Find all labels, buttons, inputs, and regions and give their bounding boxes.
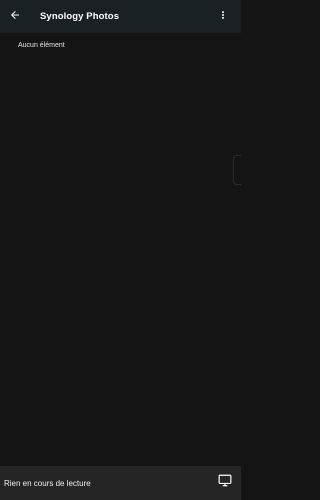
app-bar: Synology Photos [0, 0, 241, 33]
cast-button[interactable] [217, 474, 233, 492]
arrow-left-icon [9, 8, 21, 26]
now-playing-status: Rien en cours de lecture [4, 478, 91, 488]
monitor-cast-icon [218, 474, 232, 492]
page-title: Synology Photos [40, 11, 120, 22]
empty-state-message: Aucun élément [18, 42, 65, 49]
more-options-button[interactable] [211, 0, 235, 33]
screen: Synology Photos Aucun élément Rien en co… [0, 0, 241, 500]
more-vert-icon [218, 8, 228, 26]
now-playing-bar[interactable]: Rien en cours de lecture [0, 466, 241, 500]
side-drawer-handle[interactable] [233, 155, 241, 185]
back-button[interactable] [0, 0, 30, 33]
